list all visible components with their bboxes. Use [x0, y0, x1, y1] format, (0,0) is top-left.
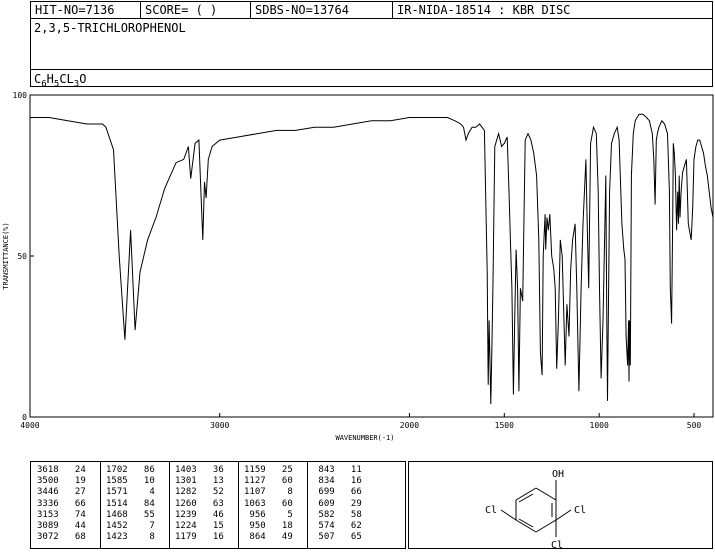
peak-row: 507 65 [313, 532, 362, 543]
y-tick-label: 0 [22, 413, 27, 422]
x-tick-label: 4000 [20, 421, 39, 430]
peak-row: 1468 55 [106, 509, 155, 520]
peak-row: 1239 46 [175, 509, 224, 520]
peak-row: 3618 24 [37, 465, 86, 475]
peak-row: 3072 68 [37, 532, 86, 543]
x-tick-label: 1500 [495, 421, 514, 430]
peak-row: 1063 60 [244, 498, 293, 509]
peak-row: 1282 52 [175, 487, 224, 498]
peak-row: 834 16 [313, 476, 362, 487]
peak-row: 1127 60 [244, 476, 293, 487]
column-divider [169, 462, 170, 548]
ir-info: IR-NIDA-18514 : KBR DISC [397, 3, 571, 17]
molecular-formula: C6H5CL3O [34, 72, 87, 90]
peak-row: 1224 15 [175, 521, 224, 532]
y-tick-label: 50 [17, 252, 27, 261]
peak-row: 3089 44 [37, 521, 86, 532]
hit-number: HIT-NO=7136 [31, 2, 141, 18]
peak-row: 582 58 [313, 509, 362, 520]
peak-row: 3500 19 [37, 476, 86, 487]
peak-row: 1514 84 [106, 498, 155, 509]
peak-row: 1159 25 [244, 465, 293, 475]
peak-row: 950 18 [244, 521, 293, 532]
hydroxyl-label: OH [552, 469, 564, 480]
peak-row: 3446 27 [37, 487, 86, 498]
column-divider [307, 462, 308, 548]
plot-frame [29, 94, 714, 418]
chlorine-label: Cl [574, 505, 586, 516]
peak-row: 1585 10 [106, 476, 155, 487]
ir-spectrum-chart: 4000 3000 2000 1500 1000 500 0 50 100 WAVENUMBER… [2, 91, 714, 442]
peak-row: 956 5 [244, 509, 293, 520]
x-tick-label: 1000 [590, 421, 609, 430]
y-tick-label: 100 [13, 91, 28, 100]
peak-row: 3336 66 [37, 498, 86, 509]
sdbs-number: SDBS-NO=13764 [251, 2, 393, 18]
y-axis-label: TRANSMITTANCE(%) [2, 222, 10, 289]
peak-row: 843 11 [313, 465, 362, 475]
peak-row: 1423 8 [106, 532, 155, 543]
x-tick-label: 3000 [210, 421, 229, 430]
peak-row: 3153 74 [37, 509, 86, 520]
formula-divider [30, 69, 713, 70]
score: SCORE= ( ) [141, 2, 251, 18]
peak-row: 1301 13 [175, 476, 224, 487]
peak-column: 3618 24 3500 19 3446 27 3336 66 3153 74 3089 … [37, 465, 86, 543]
peak-row: 1107 8 [244, 487, 293, 498]
chemical-structure: OH Cl Cl Cl [485, 469, 586, 551]
peak-row: 1403 36 [175, 465, 224, 475]
peak-column: 1403 36 1301 13 1282 52 1260 63 1239 46 1224 … [175, 465, 224, 543]
peak-row: 1179 16 [175, 532, 224, 543]
x-tick-label: 500 [687, 421, 702, 430]
x-tick-label: 2000 [400, 421, 419, 430]
chlorine-label: Cl [485, 505, 497, 516]
peak-row: 1702 86 [106, 465, 155, 475]
x-axis-label: WAVENUMBER(-1) [335, 434, 394, 442]
peak-row: 1260 63 [175, 498, 224, 509]
peak-row: 1571 4 [106, 487, 155, 498]
spectrum-line [30, 113, 714, 405]
peak-row: 699 66 [313, 487, 362, 498]
compound-name: 2,3,5-TRICHLOROPHENOL [34, 21, 186, 35]
peak-row: 609 29 [313, 498, 362, 509]
peak-row: 574 62 [313, 521, 362, 532]
peak-row: 1452 7 [106, 521, 155, 532]
column-divider [100, 462, 101, 548]
peak-column: 1159 25 1127 60 1107 8 1063 60 956 5 950 18… [244, 465, 293, 543]
peak-row: 864 49 [244, 532, 293, 543]
peak-table: 3618 24 3500 19 3446 27 3336 66 3153 74 3089 … [30, 461, 406, 549]
structure-panel: OH Cl Cl Cl [408, 461, 713, 551]
peak-column: 1702 86 1585 10 1571 4 1514 84 1468 55 1452 7… [106, 465, 155, 543]
peak-column: 843 11 834 16 699 66 609 29 582 58 574 6… [313, 465, 362, 543]
column-divider [238, 462, 239, 548]
chlorine-label: Cl [551, 540, 563, 548]
